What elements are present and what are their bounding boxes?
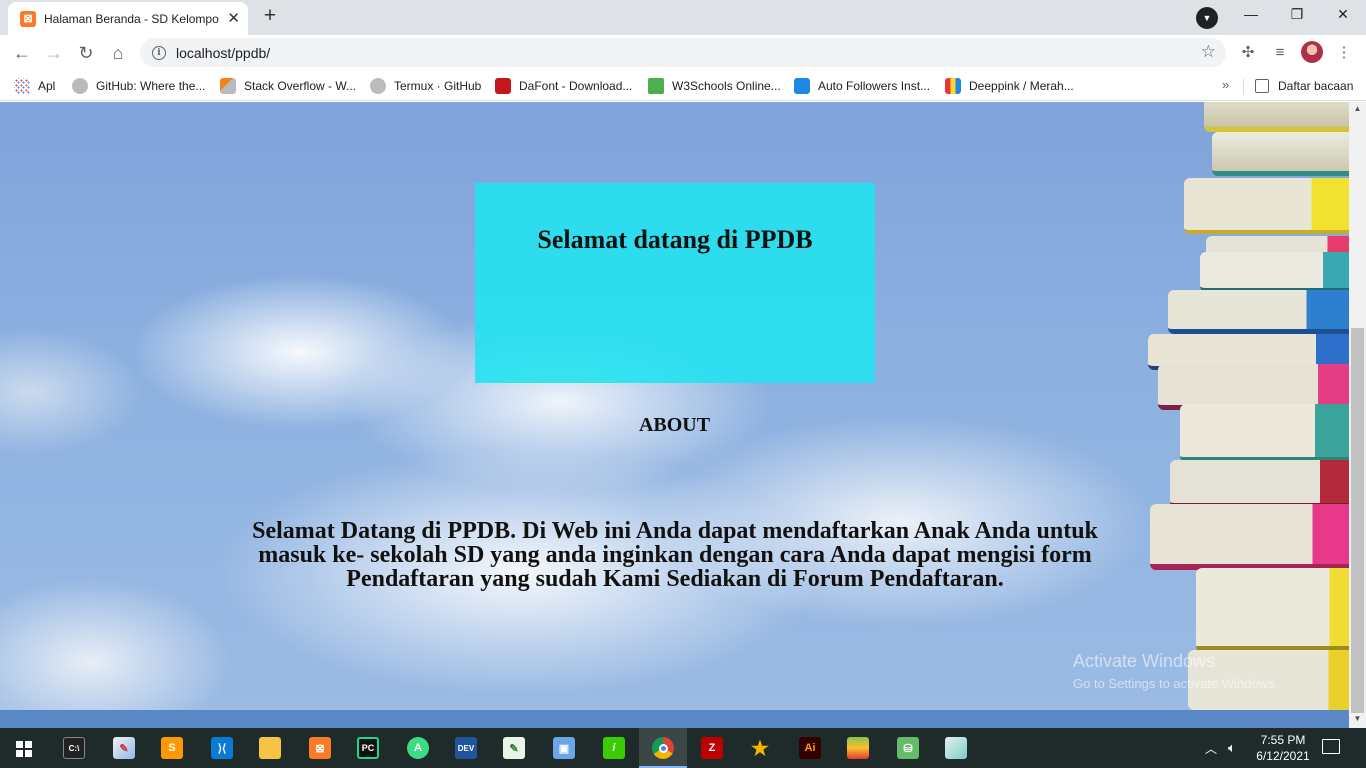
bookmark-item[interactable]: DaFont - Download...: [495, 77, 632, 95]
devcpp-icon[interactable]: DEV: [442, 728, 490, 768]
new-tab-button[interactable]: +: [256, 5, 284, 29]
dafont-icon: [495, 78, 511, 94]
tab-search-button[interactable]: ▼: [1196, 7, 1218, 29]
activate-windows-watermark: Activate Windows Go to Settings to activ…: [1073, 651, 1278, 691]
forward-button[interactable]: →: [40, 39, 68, 67]
reload-button[interactable]: ↻: [72, 39, 100, 67]
tab-strip: ⊠ Halaman Beranda - SD Kelompok ✕ + ▼ — …: [0, 0, 1366, 35]
chrome-icon[interactable]: [639, 728, 687, 768]
menu-icon[interactable]: ⋮: [1330, 39, 1358, 67]
bookmarks-divider: [1243, 79, 1244, 95]
file-explorer-icon[interactable]: [246, 728, 294, 768]
bookmark-item[interactable]: Apl: [14, 77, 55, 95]
media-control-icon[interactable]: ≡: [1266, 39, 1294, 67]
show-hidden-icons[interactable]: ︿: [1205, 728, 1217, 768]
book-stack-image: [1140, 102, 1349, 710]
bluestacks-icon[interactable]: [834, 728, 882, 768]
reading-list-label: Daftar bacaan: [1278, 79, 1354, 93]
bookmark-label: Stack Overflow - W...: [244, 79, 357, 93]
about-line: Selamat Datang di PPDB. Di Web ini Anda …: [252, 518, 1098, 544]
url-text: localhost/ppdb/: [176, 44, 271, 61]
bookmark-item[interactable]: Auto Followers Inst...: [794, 77, 930, 95]
back-button[interactable]: ←: [8, 39, 36, 67]
bookmark-label: Deeppink / Merah...: [969, 79, 1074, 93]
about-line: masuk ke- sekolah SD yang anda inginkan …: [258, 542, 1092, 568]
volume-icon[interactable]: 🔈︎: [1228, 728, 1236, 768]
filezilla-icon[interactable]: Z: [688, 728, 736, 768]
terminal-icon[interactable]: C:\: [50, 728, 98, 768]
bookmark-item[interactable]: Stack Overflow - W...: [220, 77, 356, 95]
system-clock[interactable]: 7:55 PM 6/12/2021: [1248, 732, 1318, 764]
minimize-button[interactable]: —: [1228, 0, 1274, 30]
pycharm-icon[interactable]: PC: [344, 728, 392, 768]
scroll-down-icon[interactable]: ▼: [1349, 712, 1366, 726]
close-icon[interactable]: ✕: [227, 10, 240, 27]
welcome-title: Selamat datang di PPDB: [537, 225, 813, 254]
bookmark-label: Apl: [38, 79, 56, 93]
clock-time: 7:55 PM: [1260, 733, 1306, 747]
watermark-title: Activate Windows: [1073, 651, 1216, 671]
home-button[interactable]: ⌂: [104, 39, 132, 67]
xampp-icon: ⊠: [20, 10, 36, 27]
tab-title: Halaman Beranda - SD Kelompok: [44, 11, 220, 26]
page-viewport: Selamat datang di PPDB ABOUT Selamat Dat…: [0, 102, 1349, 710]
about-line: Pendaftaran yang sudah Kami Sediakan di …: [346, 566, 1004, 592]
info-icon[interactable]: i: [152, 45, 166, 60]
app-icon[interactable]: [932, 728, 980, 768]
line-icon[interactable]: /: [590, 728, 638, 768]
extensions-icon[interactable]: ✣: [1234, 39, 1262, 67]
xampp-icon[interactable]: ⊠: [296, 728, 344, 768]
windows-icon: [16, 741, 32, 757]
profile-avatar[interactable]: [1301, 41, 1323, 63]
stackoverflow-icon: [220, 78, 236, 94]
bookmark-item[interactable]: Deeppink / Merah...: [945, 77, 1074, 95]
welcome-box: Selamat datang di PPDB: [475, 183, 875, 383]
star-icon[interactable]: ★: [736, 728, 784, 768]
more-bookmarks-icon[interactable]: »: [1222, 77, 1229, 92]
bookmark-item[interactable]: GitHub: Where the...: [72, 77, 205, 95]
windows-taskbar: C:\ ✎ S ⟩⟨ ⊠ PC A DEV ✎ ▣ / Z ★ Ai ⛁ ︿ 🔈…: [0, 728, 1366, 768]
paint-icon[interactable]: ✎: [100, 728, 148, 768]
color-book-icon: [945, 78, 961, 94]
cube-icon: [794, 78, 810, 94]
reading-list-button[interactable]: Daftar bacaan: [1255, 77, 1353, 95]
bookmark-star-icon[interactable]: ☆: [1201, 42, 1216, 62]
notepad-icon[interactable]: ✎: [490, 728, 538, 768]
page-footer-strip: [0, 710, 1349, 728]
illustrator-icon[interactable]: Ai: [786, 728, 834, 768]
bookmark-label: Termux · GitHub: [394, 79, 482, 93]
github-icon: [72, 78, 88, 94]
bookmark-item[interactable]: Termux · GitHub: [370, 77, 481, 95]
start-button[interactable]: [0, 728, 48, 768]
about-heading: ABOUT: [638, 414, 711, 436]
sublime-icon[interactable]: S: [148, 728, 196, 768]
browser-tab[interactable]: ⊠ Halaman Beranda - SD Kelompok ✕: [8, 2, 248, 35]
bookmark-item[interactable]: W3Schools Online...: [648, 77, 781, 95]
vscode-icon[interactable]: ⟩⟨: [198, 728, 246, 768]
restore-button[interactable]: ❐: [1274, 0, 1320, 30]
reading-list-icon: [1255, 79, 1269, 93]
notification-icon[interactable]: [1322, 739, 1340, 754]
bookmarks-bar: Apl GitHub: Where the... Stack Overflow …: [0, 71, 1366, 101]
apps-grid-icon: [14, 78, 30, 94]
close-window-button[interactable]: ✕: [1320, 0, 1366, 30]
watermark-subtitle: Go to Settings to activate Windows.: [1073, 676, 1279, 691]
bookmark-label: GitHub: Where the...: [96, 79, 206, 93]
clock-date: 6/12/2021: [1256, 749, 1310, 763]
about-paragraph: Selamat Datang di PPDB. Di Web ini Anda …: [180, 519, 1170, 591]
scroll-up-icon[interactable]: ▲: [1349, 102, 1366, 116]
virtualbox-icon[interactable]: ▣: [540, 728, 588, 768]
github-icon: [370, 78, 386, 94]
bookmark-label: W3Schools Online...: [672, 79, 781, 93]
address-bar[interactable]: i localhost/ppdb/ ☆: [140, 38, 1226, 67]
scrollbar-thumb[interactable]: [1351, 328, 1364, 713]
bookmark-label: DaFont - Download...: [519, 79, 633, 93]
bookmark-label: Auto Followers Inst...: [818, 79, 931, 93]
android-icon[interactable]: ⛁: [884, 728, 932, 768]
vertical-scrollbar[interactable]: ▲ ▼: [1349, 102, 1366, 728]
browser-toolbar: ← → ↻ ⌂ i localhost/ppdb/ ☆ ✣ ≡ ⋮: [0, 35, 1366, 71]
android-studio-icon[interactable]: A: [394, 728, 442, 768]
w3schools-icon: [648, 78, 664, 94]
